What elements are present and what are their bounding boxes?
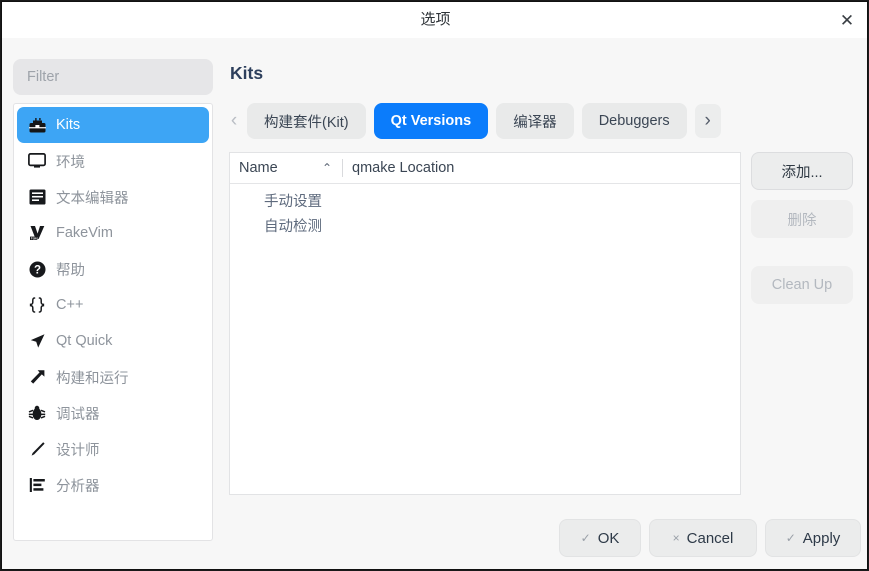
dialog-footer: ✓ OK × Cancel ✓ Apply: [221, 509, 867, 569]
dialog-title: 选项: [420, 11, 451, 28]
page-title: Kits: [230, 63, 264, 83]
sidebar-item-label: 文本编辑器: [56, 190, 129, 207]
sidebar-item-label: 构建和运行: [56, 370, 129, 387]
hammer-icon: [26, 367, 48, 387]
sidebar-item-help[interactable]: ? 帮助: [17, 251, 209, 287]
svg-text:Fake: Fake: [30, 237, 38, 241]
sidebar-list: Kits 环境 文本编辑器 Fake FakeVim ? 帮助 C++ Qt Q…: [13, 103, 213, 541]
check-icon: ✓: [580, 531, 591, 545]
dialog-titlebar: 选项 ✕: [2, 2, 867, 38]
monitor-icon: [26, 151, 48, 171]
sidebar-item-label: C++: [56, 297, 84, 313]
column-header-label: Name: [239, 160, 278, 176]
remove-button-label: 删除: [787, 212, 817, 229]
remove-button: 删除: [751, 200, 853, 238]
tab-label: Debuggers: [598, 113, 670, 129]
table-row[interactable]: 手动设置: [230, 188, 740, 213]
ok-button-label: OK: [597, 529, 620, 547]
sidebar-item-label: 分析器: [56, 478, 100, 495]
add-button-label: 添加...: [781, 164, 823, 181]
pencil-icon: [26, 439, 48, 459]
chevron-right-icon[interactable]: ›: [694, 104, 721, 138]
cursor-icon: [26, 331, 48, 351]
sidebar-item-kits[interactable]: Kits: [17, 107, 209, 143]
qt-versions-table: Name ⌃ qmake Location 手动设置 自动检测: [229, 152, 741, 495]
tab-debuggers[interactable]: Debuggers: [581, 103, 687, 139]
add-button[interactable]: 添加...: [751, 152, 853, 190]
sidebar-item-environment[interactable]: 环境: [17, 143, 209, 179]
content-pane: Kits ‹ 构建套件(Kit) Qt Versions 编译器 Debugge…: [221, 38, 867, 569]
tab-qt-versions[interactable]: Qt Versions: [373, 103, 489, 139]
filter-input[interactable]: [13, 59, 213, 95]
sidebar-item-fakevim[interactable]: Fake FakeVim: [17, 215, 209, 251]
sidebar-item-label: 帮助: [56, 262, 85, 279]
check-icon: ✓: [785, 531, 796, 545]
sidebar: Kits 环境: [2, 38, 221, 569]
ok-button[interactable]: ✓ OK: [559, 519, 641, 557]
braces-icon: [26, 295, 48, 315]
sidebar-item-label: 环境: [56, 154, 85, 171]
column-header-name[interactable]: Name ⌃: [230, 153, 342, 183]
sidebar-item-analyzer[interactable]: 分析器: [17, 467, 209, 503]
row-name: 手动设置: [264, 194, 322, 210]
tab-label: Qt Versions: [390, 113, 472, 129]
sidebar-item-designer[interactable]: 设计师: [17, 431, 209, 467]
help-icon: ?: [26, 259, 48, 279]
clean-up-button-label: Clean Up: [771, 277, 833, 293]
sidebar-item-cpp[interactable]: C++: [17, 287, 209, 323]
sidebar-item-label: Qt Quick: [56, 333, 113, 349]
tab-compilers[interactable]: 编译器: [496, 103, 574, 139]
sidebar-item-qt-quick[interactable]: Qt Quick: [17, 323, 209, 359]
table-actions: 添加... 删除 Clean Up: [751, 152, 861, 314]
analyzer-icon: [26, 475, 48, 495]
cancel-button[interactable]: × Cancel: [649, 519, 757, 557]
chevron-left-icon[interactable]: ‹: [221, 104, 247, 138]
kits-icon: [26, 115, 48, 135]
fakevim-icon: Fake: [26, 223, 48, 243]
sidebar-item-debugger[interactable]: 调试器: [17, 395, 209, 431]
tab-label: 构建套件(Kit): [264, 114, 349, 131]
svg-text:?: ?: [33, 264, 40, 276]
close-icon[interactable]: ✕: [835, 9, 859, 33]
sidebar-item-label: FakeVim: [56, 225, 113, 241]
apply-button-label: Apply: [802, 529, 841, 547]
table-body: 手动设置 自动检测: [230, 184, 740, 238]
table-row[interactable]: 自动检测: [230, 213, 740, 238]
sidebar-item-build-and-run[interactable]: 构建和运行: [17, 359, 209, 395]
options-dialog: 选项 ✕ Filter Kits 环境 文本编辑器 Fake FakeVim ?…: [1, 1, 868, 570]
sidebar-item-label: 设计师: [56, 442, 100, 459]
sidebar-item-text-editor[interactable]: 文本编辑器: [17, 179, 209, 215]
tab-bar: ‹ 构建套件(Kit) Qt Versions 编译器 Debuggers ›: [221, 99, 867, 143]
apply-button[interactable]: ✓ Apply: [765, 519, 861, 557]
sidebar-item-label: 调试器: [56, 406, 100, 423]
column-header-qmake-location[interactable]: qmake Location: [343, 153, 740, 183]
sort-ascending-icon: ⌃: [321, 161, 332, 175]
cancel-button-label: Cancel: [686, 529, 734, 547]
text-editor-icon: [26, 187, 48, 207]
clean-up-button: Clean Up: [751, 266, 853, 304]
table-header: Name ⌃ qmake Location: [230, 153, 740, 184]
tab-label: 编译器: [513, 114, 557, 131]
tab-build-kit[interactable]: 构建套件(Kit): [247, 103, 366, 139]
sidebar-item-label: Kits: [56, 117, 81, 133]
bug-icon: [26, 403, 48, 423]
row-name: 自动检测: [264, 219, 322, 235]
dialog-body: Kits 环境: [2, 38, 867, 569]
cross-icon: ×: [672, 531, 680, 545]
